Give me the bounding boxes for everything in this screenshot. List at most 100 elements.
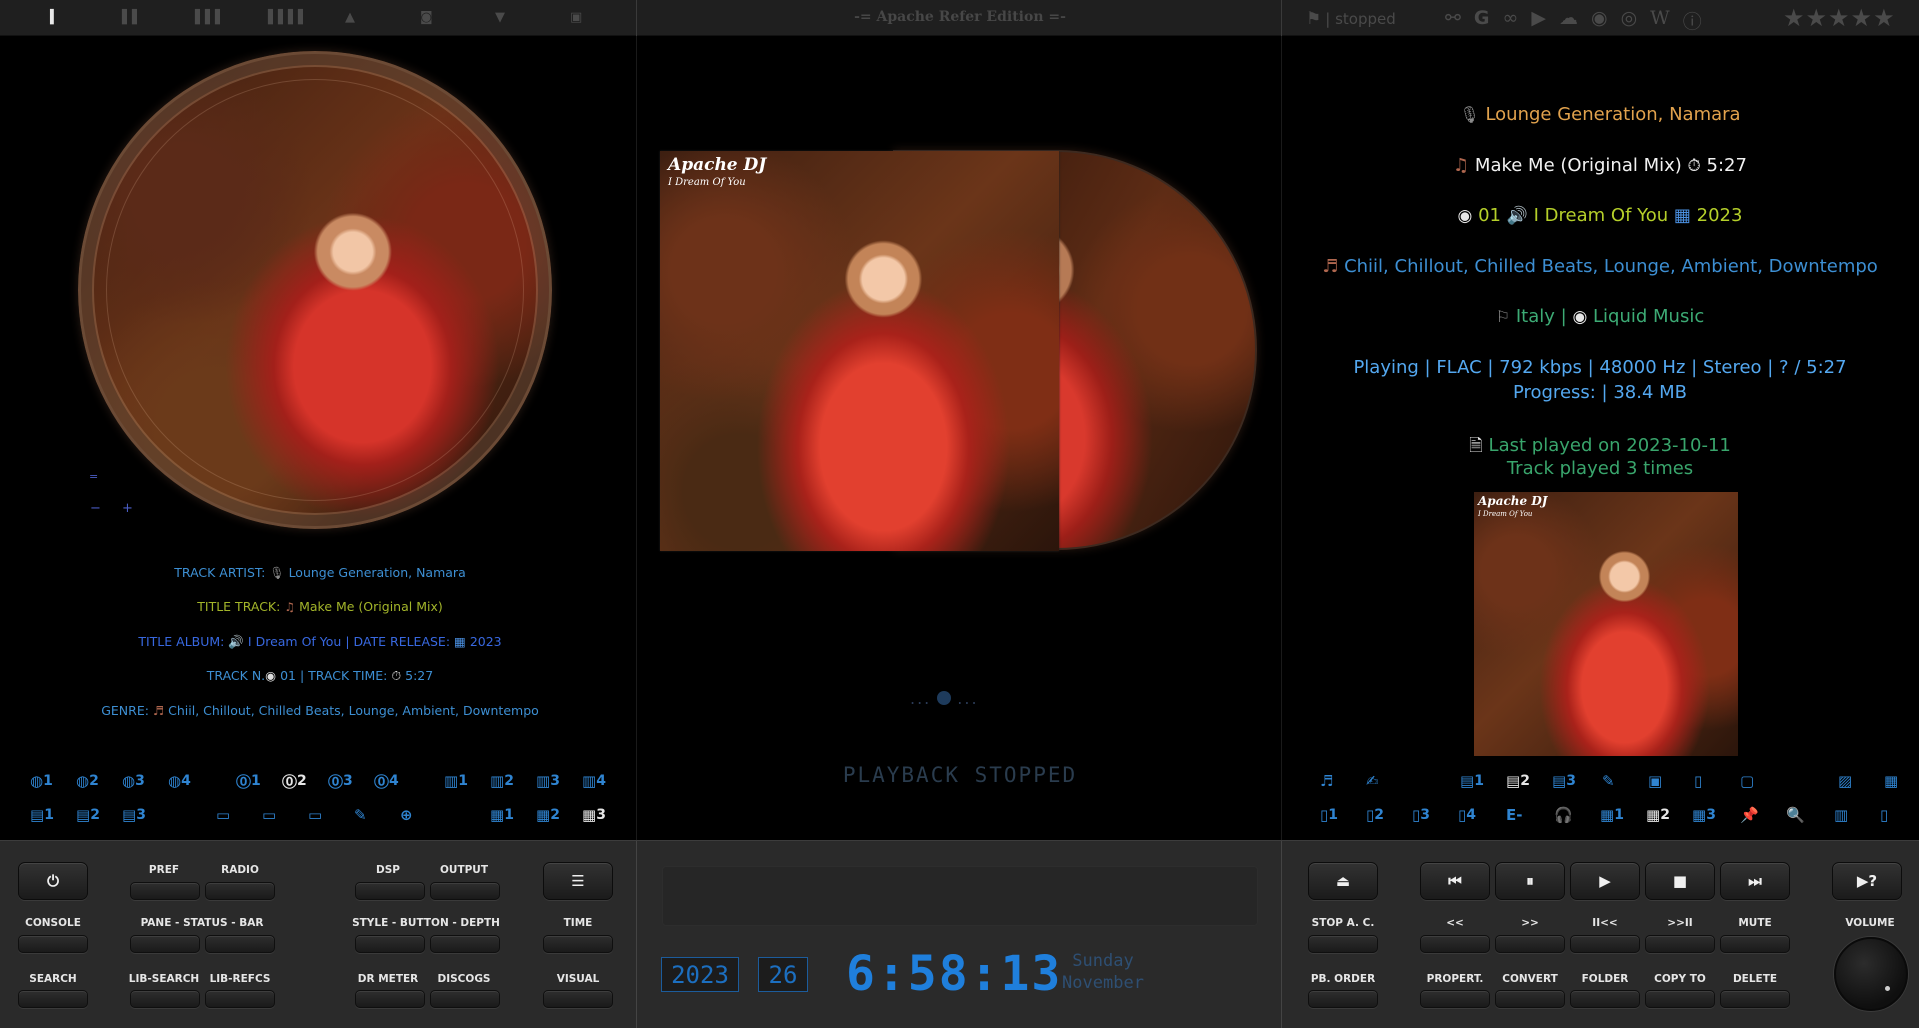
layout-3-icon[interactable]: ▌▌▌ — [195, 11, 225, 25]
zoom-in-button[interactable]: + — [122, 501, 133, 516]
left-row2-button-11[interactable]: ▦ 3 — [582, 806, 606, 824]
right-row1-button-1[interactable]: ♬ — [1320, 772, 1333, 790]
lib-search-button[interactable] — [130, 990, 200, 1008]
status-bar-button[interactable] — [205, 935, 275, 953]
right-row1-button-6[interactable]: ✎ — [1602, 772, 1615, 790]
mute-button[interactable] — [1720, 935, 1790, 953]
depth-button[interactable] — [430, 935, 500, 953]
panel-center-icon[interactable]: ◙ — [420, 11, 433, 25]
pause-button[interactable]: ⏸ — [1495, 862, 1565, 900]
previous-track-button[interactable]: ⏮ — [1420, 862, 1490, 900]
copy-to-button[interactable] — [1645, 990, 1715, 1008]
right-row2-button-11[interactable]: 🔍 — [1786, 806, 1805, 824]
left-row2-button-9[interactable]: ▦ 1 — [490, 806, 514, 824]
rating-stars[interactable]: ★★★★★ — [1783, 4, 1896, 32]
lib-refcs-button[interactable] — [205, 990, 275, 1008]
podcast-icon[interactable]: ⓘ — [1683, 7, 1702, 34]
right-row1-button-9[interactable]: ▢ — [1740, 772, 1754, 790]
output-button[interactable] — [430, 882, 500, 900]
right-row2-button-4[interactable]: ▯ 4 — [1458, 806, 1476, 824]
pb-order-button[interactable] — [1308, 990, 1378, 1008]
right-row2-button-5[interactable]: E- — [1506, 806, 1522, 824]
wikipedia-icon[interactable]: W — [1650, 7, 1670, 34]
left-row1-button-8[interactable]: ⓪4 — [374, 772, 399, 791]
left-row2-button-2[interactable]: ▤ 2 — [76, 806, 100, 824]
left-row1-button-9[interactable]: ▥ 1 — [444, 772, 468, 790]
left-row2-button-5[interactable]: ▭ — [262, 806, 276, 824]
menu-button[interactable]: ☰ — [543, 862, 613, 900]
volume-knob[interactable] — [1834, 937, 1908, 1011]
left-row2-button-8[interactable]: ⊕ — [400, 806, 413, 824]
left-row1-button-3[interactable]: ◍ 3 — [122, 772, 145, 790]
stop-ac-button[interactable] — [1308, 935, 1378, 953]
style-button[interactable] — [355, 935, 425, 953]
soundcloud-icon[interactable]: ☁ — [1559, 7, 1578, 34]
right-row1-button-2[interactable]: ✍ — [1366, 772, 1379, 790]
dsp-button[interactable] — [355, 882, 425, 900]
right-row2-button-3[interactable]: ▯ 3 — [1412, 806, 1430, 824]
right-row1-button-10[interactable]: ▨ — [1838, 772, 1852, 790]
layout-2-icon[interactable]: ▌▌ — [122, 11, 142, 25]
left-row2-button-3[interactable]: ▤ 3 — [122, 806, 146, 824]
discogs-button[interactable] — [430, 990, 500, 1008]
equals-icon[interactable]: = — [89, 470, 98, 483]
folder-button[interactable] — [1570, 990, 1640, 1008]
right-row1-button-7[interactable]: ▣ — [1648, 772, 1662, 790]
right-row1-button-11[interactable]: ▦ — [1884, 772, 1898, 790]
left-row1-button-10[interactable]: ▥ 2 — [490, 772, 514, 790]
convert-button[interactable] — [1495, 990, 1565, 1008]
right-row2-button-2[interactable]: ▯ 2 — [1366, 806, 1384, 824]
next-track-button[interactable]: ⏭ — [1720, 862, 1790, 900]
pager-dot[interactable] — [937, 691, 952, 705]
right-row1-button-3[interactable]: ▤ 1 — [1460, 772, 1484, 790]
google-icon[interactable]: G — [1474, 7, 1490, 34]
radio-button[interactable] — [205, 882, 275, 900]
pane-button[interactable] — [130, 935, 200, 953]
stop-button[interactable]: ■ — [1645, 862, 1715, 900]
panel-square-icon[interactable]: ▣ — [570, 11, 582, 25]
left-row2-button-7[interactable]: ✎ — [354, 806, 367, 824]
pref-button[interactable] — [130, 882, 200, 900]
panel-down-icon[interactable]: ▼ — [495, 11, 505, 25]
layout-1-icon[interactable]: ▍ — [50, 11, 60, 25]
properties-button[interactable] — [1420, 990, 1490, 1008]
discogs-icon[interactable]: ◎ — [1621, 7, 1638, 34]
right-row2-button-1[interactable]: ▯ 1 — [1320, 806, 1338, 824]
visual-button[interactable] — [543, 990, 613, 1008]
play-button[interactable]: ▶ — [1570, 862, 1640, 900]
left-row1-button-12[interactable]: ▥ 4 — [582, 772, 606, 790]
eject-button[interactable]: ⏏ — [1308, 862, 1378, 900]
right-row1-button-5[interactable]: ▤ 3 — [1552, 772, 1576, 790]
left-row1-button-7[interactable]: ⓪3 — [328, 772, 353, 791]
layout-4-icon[interactable]: ▌▌▌▌ — [268, 11, 308, 25]
left-row1-button-4[interactable]: ◍ 4 — [168, 772, 191, 790]
left-row1-button-11[interactable]: ▥ 3 — [536, 772, 560, 790]
zoom-out-button[interactable]: − — [90, 501, 101, 516]
next-button[interactable] — [1495, 935, 1565, 953]
right-row2-button-13[interactable]: ▯ — [1880, 806, 1888, 824]
lastfm-icon[interactable]: ∞ — [1503, 7, 1519, 34]
right-row2-button-6[interactable]: 🎧 — [1554, 806, 1573, 824]
dr-meter-button[interactable] — [355, 990, 425, 1008]
panel-up-icon[interactable]: ▲ — [345, 11, 355, 25]
left-row2-button-1[interactable]: ▤ 1 — [30, 806, 54, 824]
right-row2-button-9[interactable]: ▦ 3 — [1692, 806, 1716, 824]
search-button[interactable] — [18, 990, 88, 1008]
youtube-icon[interactable]: ▶ — [1531, 7, 1546, 34]
console-button[interactable] — [18, 935, 88, 953]
left-row1-button-2[interactable]: ◍ 2 — [76, 772, 99, 790]
power-button[interactable]: ⏻ — [18, 862, 88, 900]
next-album-button[interactable] — [1645, 935, 1715, 953]
right-row2-button-12[interactable]: ▥ — [1834, 806, 1848, 824]
time-button[interactable] — [543, 935, 613, 953]
left-row1-button-1[interactable]: ◍ 1 — [30, 772, 53, 790]
help-button[interactable]: ▶? — [1832, 862, 1902, 900]
left-row2-button-4[interactable]: ▭ — [216, 806, 230, 824]
prev-album-button[interactable] — [1570, 935, 1640, 953]
left-row2-button-10[interactable]: ▦ 2 — [536, 806, 560, 824]
right-row2-button-7[interactable]: ▦ 1 — [1600, 806, 1624, 824]
delete-button[interactable] — [1720, 990, 1790, 1008]
right-row1-button-4[interactable]: ▤ 2 — [1506, 772, 1530, 790]
left-row1-button-5[interactable]: ⓪1 — [236, 772, 261, 791]
right-row2-button-8[interactable]: ▦ 2 — [1646, 806, 1670, 824]
